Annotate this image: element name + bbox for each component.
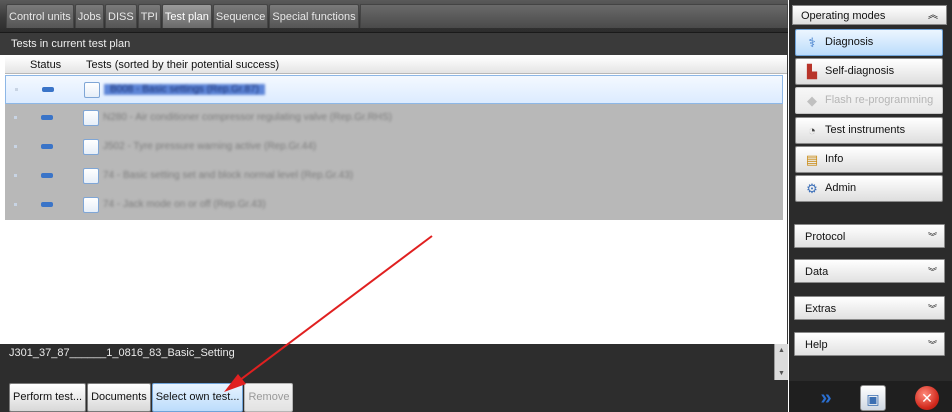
- test-label: 74 - Jack mode on or off (Rep.Gr.43): [103, 199, 266, 210]
- section-label: Protocol: [805, 231, 846, 243]
- table-row[interactable]: 74 - Basic setting set and block normal …: [5, 162, 783, 191]
- select-own-test-button[interactable]: Select own test...: [151, 383, 244, 412]
- scroll-up-icon[interactable]: ▲: [777, 346, 786, 355]
- tab-control-units[interactable]: Control units: [6, 4, 74, 28]
- scroll-down-icon[interactable]: ▼: [777, 369, 786, 378]
- section-data[interactable]: Data ︾: [794, 259, 945, 283]
- document-icon: [84, 82, 100, 98]
- status-indicator: [41, 202, 53, 207]
- table-row[interactable]: J502 - Tyre pressure warning active (Rep…: [5, 133, 783, 162]
- documents-button[interactable]: Documents: [87, 383, 151, 412]
- table-row[interactable]: N280 - Air conditioner compressor regula…: [5, 104, 783, 133]
- mode-label: Diagnosis: [825, 36, 874, 48]
- app-window: Control units Jobs DISS TPI Test plan Se…: [0, 0, 952, 412]
- operating-modes-title: Operating modes: [801, 10, 886, 22]
- mode-flash-reprogramming-button[interactable]: ◆ Flash re-programming: [795, 87, 943, 114]
- flash-icon: ◆: [807, 93, 817, 108]
- mode-info-button[interactable]: ▤ Info: [795, 146, 943, 173]
- sidebar-toolbar: » ▣ ✕: [789, 381, 952, 412]
- tab-jobs[interactable]: Jobs: [74, 4, 105, 28]
- gauge-icon: ◔: [808, 123, 816, 138]
- mode-label: Self-diagnosis: [825, 65, 895, 77]
- gear-icon: ⚙: [806, 181, 818, 196]
- path-text: J301_37_87______1_0816_83_Basic_Setting: [9, 347, 235, 359]
- section-label: Help: [805, 339, 828, 351]
- operating-modes-header[interactable]: Operating modes ︽: [792, 5, 947, 25]
- section-help[interactable]: Help ︾: [794, 332, 945, 356]
- row-marker: [14, 174, 17, 177]
- chevron-down-icon: ︾: [927, 267, 937, 277]
- table-row[interactable]: 74 - Jack mode on or off (Rep.Gr.43): [5, 191, 783, 220]
- path-bar: J301_37_87______1_0816_83_Basic_Setting …: [0, 344, 788, 380]
- mode-test-instruments-button[interactable]: ◔ Test instruments: [795, 117, 943, 144]
- section-label: Data: [805, 266, 829, 278]
- column-tests[interactable]: Tests (sorted by their potential success…: [86, 56, 279, 74]
- document-icon: [83, 168, 99, 184]
- stethoscope-icon: ⚕: [808, 35, 816, 50]
- status-indicator: [41, 115, 53, 120]
- status-indicator: [41, 144, 53, 149]
- status-indicator: [42, 87, 54, 92]
- test-label: N280 - Air conditioner compressor regula…: [103, 112, 393, 123]
- document-icon: [83, 139, 99, 155]
- status-indicator: [41, 173, 53, 178]
- forward-icon[interactable]: »: [813, 385, 839, 411]
- path-scrollbar[interactable]: ▲ ▼: [774, 344, 788, 380]
- row-marker: [14, 203, 17, 206]
- chevron-down-icon: ︾: [927, 232, 937, 242]
- mode-label: Test instruments: [825, 124, 906, 136]
- chevron-up-icon[interactable]: ︽: [928, 6, 938, 26]
- tab-special-functions[interactable]: Special functions: [269, 4, 359, 28]
- mode-label: Admin: [825, 182, 857, 194]
- tab-tpi[interactable]: TPI: [137, 4, 161, 28]
- test-label: J502 - Tyre pressure warning active (Rep…: [103, 141, 317, 152]
- mode-self-diagnosis-button[interactable]: ▙ Self-diagnosis: [795, 58, 943, 85]
- tab-diss[interactable]: DISS: [105, 4, 137, 28]
- column-header: Status Tests (sorted by their potential …: [5, 56, 787, 74]
- row-marker: [14, 116, 17, 119]
- chevron-down-icon: ︾: [927, 304, 937, 314]
- book-icon: ▤: [805, 152, 819, 167]
- row-marker: [15, 88, 18, 91]
- row-marker: [14, 145, 17, 148]
- window-icon[interactable]: ▣: [860, 385, 886, 411]
- sidebar: Operating modes ︽ ⚕ Diagnosis ▙ Self-dia…: [789, 0, 952, 412]
- section-label: Extras: [805, 303, 837, 315]
- mode-admin-button[interactable]: ⚙ Admin: [795, 175, 943, 202]
- action-bar: Perform test... Documents Select own tes…: [0, 380, 788, 412]
- main-panel: Control units Jobs DISS TPI Test plan Se…: [0, 0, 788, 412]
- chevron-down-icon: ︾: [927, 340, 937, 350]
- tab-bar-filler: [359, 4, 788, 28]
- tab-bar: Control units Jobs DISS TPI Test plan Se…: [0, 0, 788, 33]
- section-extras[interactable]: Extras ︾: [794, 296, 945, 320]
- perform-test-button[interactable]: Perform test...: [9, 383, 87, 412]
- document-icon: [83, 197, 99, 213]
- tab-test-plan[interactable]: Test plan: [161, 4, 212, 28]
- close-icon[interactable]: ✕: [915, 386, 939, 410]
- section-protocol[interactable]: Protocol ︾: [794, 224, 945, 248]
- mode-label: Info: [825, 153, 844, 165]
- remove-button[interactable]: Remove: [244, 383, 294, 412]
- car-icon: ▙: [807, 64, 817, 79]
- mode-label: Flash re-programming: [825, 94, 934, 106]
- document-icon: [83, 110, 99, 126]
- tests-table: B008 - Basic settings (Rep.Gr.87) N280 -…: [5, 75, 783, 220]
- test-label: B008 - Basic settings (Rep.Gr.87): [104, 84, 265, 95]
- tab-sequence[interactable]: Sequence: [212, 4, 269, 28]
- table-row[interactable]: B008 - Basic settings (Rep.Gr.87): [5, 75, 783, 104]
- test-label: 74 - Basic setting set and block normal …: [103, 170, 354, 181]
- mode-diagnosis-button[interactable]: ⚕ Diagnosis: [795, 29, 943, 56]
- column-status[interactable]: Status: [30, 56, 61, 74]
- section-title: Tests in current test plan: [0, 33, 788, 55]
